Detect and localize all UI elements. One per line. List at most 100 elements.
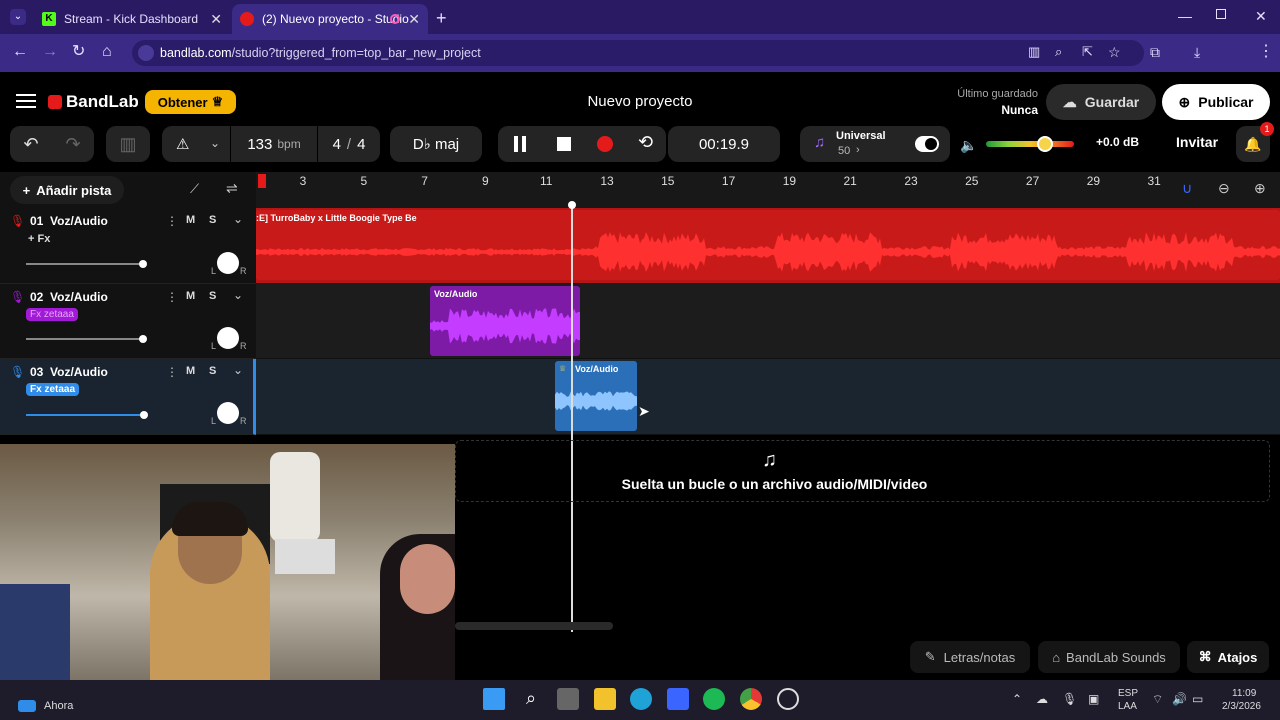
zoom-in-icon[interactable]: ⊕ [1254,180,1266,197]
tray-cloud-icon[interactable]: ☁ [1036,692,1048,706]
close-tab-icon[interactable]: ✕ [408,11,420,28]
battery-icon[interactable]: ▭ [1192,692,1203,706]
invite-button[interactable]: Invitar [1176,134,1218,150]
solo-button[interactable]: S [209,214,216,226]
site-info-icon[interactable] [138,45,154,61]
preset-level[interactable]: 50 [838,145,850,157]
project-title[interactable]: Nuevo proyecto [540,93,740,110]
slider-thumb[interactable] [139,335,147,343]
menu-dots-icon[interactable]: ⋮ [1258,44,1274,60]
tab-search-icon[interactable]: ⌄ [10,9,26,25]
lang-line2[interactable]: LAA [1118,701,1137,712]
spotify-icon[interactable] [703,688,725,710]
home-icon[interactable]: ⌂ [102,44,112,60]
piano-keys-button[interactable]: ▥ [106,126,150,162]
track-volume-slider[interactable] [26,411,148,419]
store-icon[interactable] [667,688,689,710]
windows-start-icon[interactable] [483,688,505,710]
hamburger-menu-icon[interactable] [16,94,36,108]
time-signature-field[interactable]: 4 / 4 [318,126,380,162]
stop-icon[interactable] [557,137,571,151]
reader-mode-icon[interactable]: ▥ [1028,44,1040,60]
bpm-field[interactable]: 133 bpm [230,126,318,162]
fx-button[interactable]: + Fx [28,233,50,245]
tab-kick-dashboard[interactable]: K Stream - Kick Dashboard ✕ [34,4,230,34]
track-volume-slider[interactable] [26,260,147,268]
pan-knob[interactable] [217,402,239,424]
snap-magnet-icon[interactable]: ∪ [1182,180,1192,197]
minimize-icon[interactable]: — [1178,8,1192,24]
tray-chevron-icon[interactable]: ⌃ [1012,692,1022,706]
track-lane-01[interactable]: :E] TurroBaby x Little Boogie Type Be [256,208,1280,284]
fx-button[interactable]: Fx zetaaa [26,383,80,396]
add-track-button[interactable]: + Añadir pista [10,176,124,204]
mute-button[interactable]: M [186,214,195,226]
preset-toggle[interactable] [915,136,939,152]
app-icon[interactable] [777,688,799,710]
key-selector[interactable]: D♭ maj [390,126,482,162]
track-lane-02[interactable]: Voz/Audio [256,284,1280,359]
track-header-03[interactable]: 🎙 03 Voz/Audio ⋮ M S ⌄ Fx zetaaa L R [0,359,256,435]
automation-icon[interactable]: ⟋ [190,181,199,197]
bandlab-logo[interactable]: BandLab [48,92,139,112]
wifi-icon[interactable]: ⌔ [1152,692,1163,707]
maximize-icon[interactable] [1216,9,1226,19]
track-menu-icon[interactable]: ⋮ [166,365,178,379]
back-icon[interactable]: ← [12,44,28,60]
shortcuts-button[interactable]: ⌘ Atajos [1187,641,1269,673]
mute-button[interactable]: M [186,290,195,302]
track-menu-icon[interactable]: ⋮ [166,290,178,304]
url-input[interactable]: bandlab.com/studio?triggered_from=top_ba… [132,40,1144,66]
task-view-icon[interactable] [557,688,579,710]
master-volume-slider[interactable] [986,136,1074,152]
bookmark-star-icon[interactable]: ☆ [1108,44,1121,60]
bandlab-sounds-button[interactable]: ⌂ BandLab Sounds [1038,641,1180,673]
fx-button[interactable]: Fx zetaaa [26,308,78,321]
playhead[interactable] [571,204,573,632]
metronome-dropdown-icon[interactable]: ⌄ [210,136,220,150]
tray-display-icon[interactable]: ▣ [1088,692,1099,706]
pause-icon[interactable] [514,136,526,152]
loop-start-marker[interactable] [258,174,266,188]
file-explorer-icon[interactable] [594,688,616,710]
zoom-icon[interactable]: ⌕ [1055,44,1062,60]
track-header-02[interactable]: 🎙 02 Voz/Audio ⋮ M S ⌄ Fx zetaaa L R [0,284,256,359]
solo-button[interactable]: S [209,365,216,377]
tray-mic-icon[interactable]: 🎙 [1062,692,1077,706]
track-volume-slider[interactable] [26,335,147,343]
loop-icon[interactable]: ⟲ [638,132,653,153]
chevron-down-icon[interactable]: ⌄ [233,363,243,377]
close-tab-icon[interactable]: ✕ [210,11,222,28]
solo-button[interactable]: S [209,290,216,302]
record-icon[interactable] [597,136,613,152]
obtener-button[interactable]: Obtener ♕ [145,90,236,114]
close-window-icon[interactable]: ✕ [1255,8,1267,25]
playhead-handle[interactable] [568,201,576,209]
drop-zone[interactable]: ♫ Suelta un bucle o un archivo audio/MID… [455,440,1270,502]
tab-bandlab-studio[interactable]: (2) Nuevo proyecto - Studio ✕ [232,4,428,34]
reload-icon[interactable]: ↻ [72,44,85,60]
edge-icon[interactable] [630,688,652,710]
lyrics-notes-button[interactable]: ✎ Letras/notas [910,641,1030,673]
volume-thumb[interactable] [1037,136,1053,152]
extensions-icon[interactable]: ⧉ [1150,44,1160,60]
audio-clip[interactable]: Voz/Audio ♕ [555,361,637,431]
forward-icon[interactable]: → [42,44,58,60]
chevron-down-icon[interactable]: ⌄ [233,288,243,302]
save-button[interactable]: ☁ Guardar [1046,84,1156,120]
taskbar-search-icon[interactable]: ⌕ [520,688,542,710]
install-app-icon[interactable]: ⇱ [1082,44,1093,60]
chrome-icon[interactable] [740,688,762,710]
track-header-01[interactable]: 🎙 01 Voz/Audio ⋮ M S ⌄ + Fx L R [0,208,256,284]
preset-name[interactable]: Universal [836,130,886,142]
metronome-icon[interactable]: ⚠ [176,135,189,153]
lang-line1[interactable]: ESP [1118,688,1138,699]
horizontal-scrollbar[interactable] [455,622,613,630]
volume-icon[interactable]: 🔊 [1172,692,1187,706]
track-menu-icon[interactable]: ⋮ [166,214,178,228]
pan-knob[interactable] [217,252,239,274]
chevron-down-icon[interactable]: ⌄ [233,212,243,226]
undo-icon[interactable]: ↶ [23,134,38,155]
redo-icon[interactable]: ↷ [65,134,80,155]
notifications-button[interactable]: 🔔 1 [1236,122,1274,162]
